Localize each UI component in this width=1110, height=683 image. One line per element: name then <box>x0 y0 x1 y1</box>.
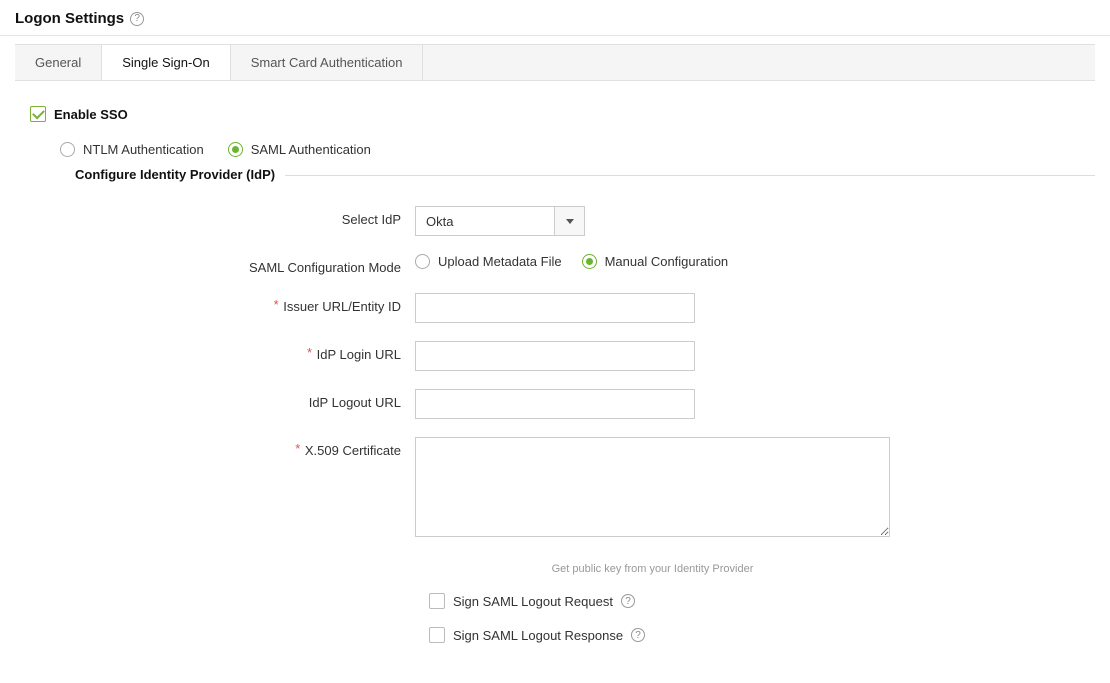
x509-cert-textarea[interactable] <box>415 437 890 537</box>
divider <box>0 35 1110 36</box>
manual-config-label: Manual Configuration <box>605 254 729 269</box>
ntlm-auth-label: NTLM Authentication <box>83 142 204 157</box>
issuer-url-label: Issuer URL/Entity ID <box>75 293 415 314</box>
idp-login-url-input[interactable] <box>415 341 695 371</box>
select-idp-value: Okta <box>416 207 554 235</box>
chevron-down-icon <box>554 207 584 235</box>
idp-legend: Configure Identity Provider (IdP) <box>75 167 285 182</box>
saml-auth-radio-group[interactable]: SAML Authentication <box>228 142 371 157</box>
idp-login-url-label: IdP Login URL <box>75 341 415 362</box>
sign-logout-response-checkbox[interactable] <box>429 627 445 643</box>
select-idp-label: Select IdP <box>75 206 415 227</box>
sign-logout-request-checkbox[interactable] <box>429 593 445 609</box>
x509-cert-hint: Get public key from your Identity Provid… <box>552 563 754 575</box>
idp-logout-url-input[interactable] <box>415 389 695 419</box>
saml-auth-label: SAML Authentication <box>251 142 371 157</box>
tab-bar: General Single Sign-On Smart Card Authen… <box>15 44 1095 81</box>
tab-single-sign-on[interactable]: Single Sign-On <box>102 44 230 80</box>
sign-logout-response-label: Sign SAML Logout Response <box>453 628 623 643</box>
select-idp-dropdown[interactable]: Okta <box>415 206 585 236</box>
help-icon[interactable]: ? <box>621 594 635 608</box>
page-title: Logon Settings <box>15 10 124 27</box>
upload-metadata-radio[interactable] <box>415 254 430 269</box>
upload-metadata-radio-group[interactable]: Upload Metadata File <box>415 254 562 269</box>
upload-metadata-label: Upload Metadata File <box>438 254 562 269</box>
manual-config-radio[interactable] <box>582 254 597 269</box>
ntlm-auth-radio[interactable] <box>60 142 75 157</box>
idp-logout-url-label: IdP Logout URL <box>75 389 415 410</box>
config-mode-label: SAML Configuration Mode <box>75 254 415 275</box>
enable-sso-label: Enable SSO <box>54 107 128 122</box>
sign-logout-request-label: Sign SAML Logout Request <box>453 594 613 609</box>
ntlm-auth-radio-group[interactable]: NTLM Authentication <box>60 142 204 157</box>
tab-general[interactable]: General <box>15 45 102 80</box>
saml-auth-radio[interactable] <box>228 142 243 157</box>
help-icon[interactable]: ? <box>631 628 645 642</box>
manual-config-radio-group[interactable]: Manual Configuration <box>582 254 729 269</box>
tab-smart-card-auth[interactable]: Smart Card Authentication <box>231 45 424 80</box>
help-icon[interactable]: ? <box>130 12 144 26</box>
x509-cert-label: X.509 Certificate <box>75 437 415 458</box>
idp-fieldset: Configure Identity Provider (IdP) Select… <box>75 175 1095 643</box>
enable-sso-checkbox[interactable] <box>30 106 46 122</box>
issuer-url-input[interactable] <box>415 293 695 323</box>
